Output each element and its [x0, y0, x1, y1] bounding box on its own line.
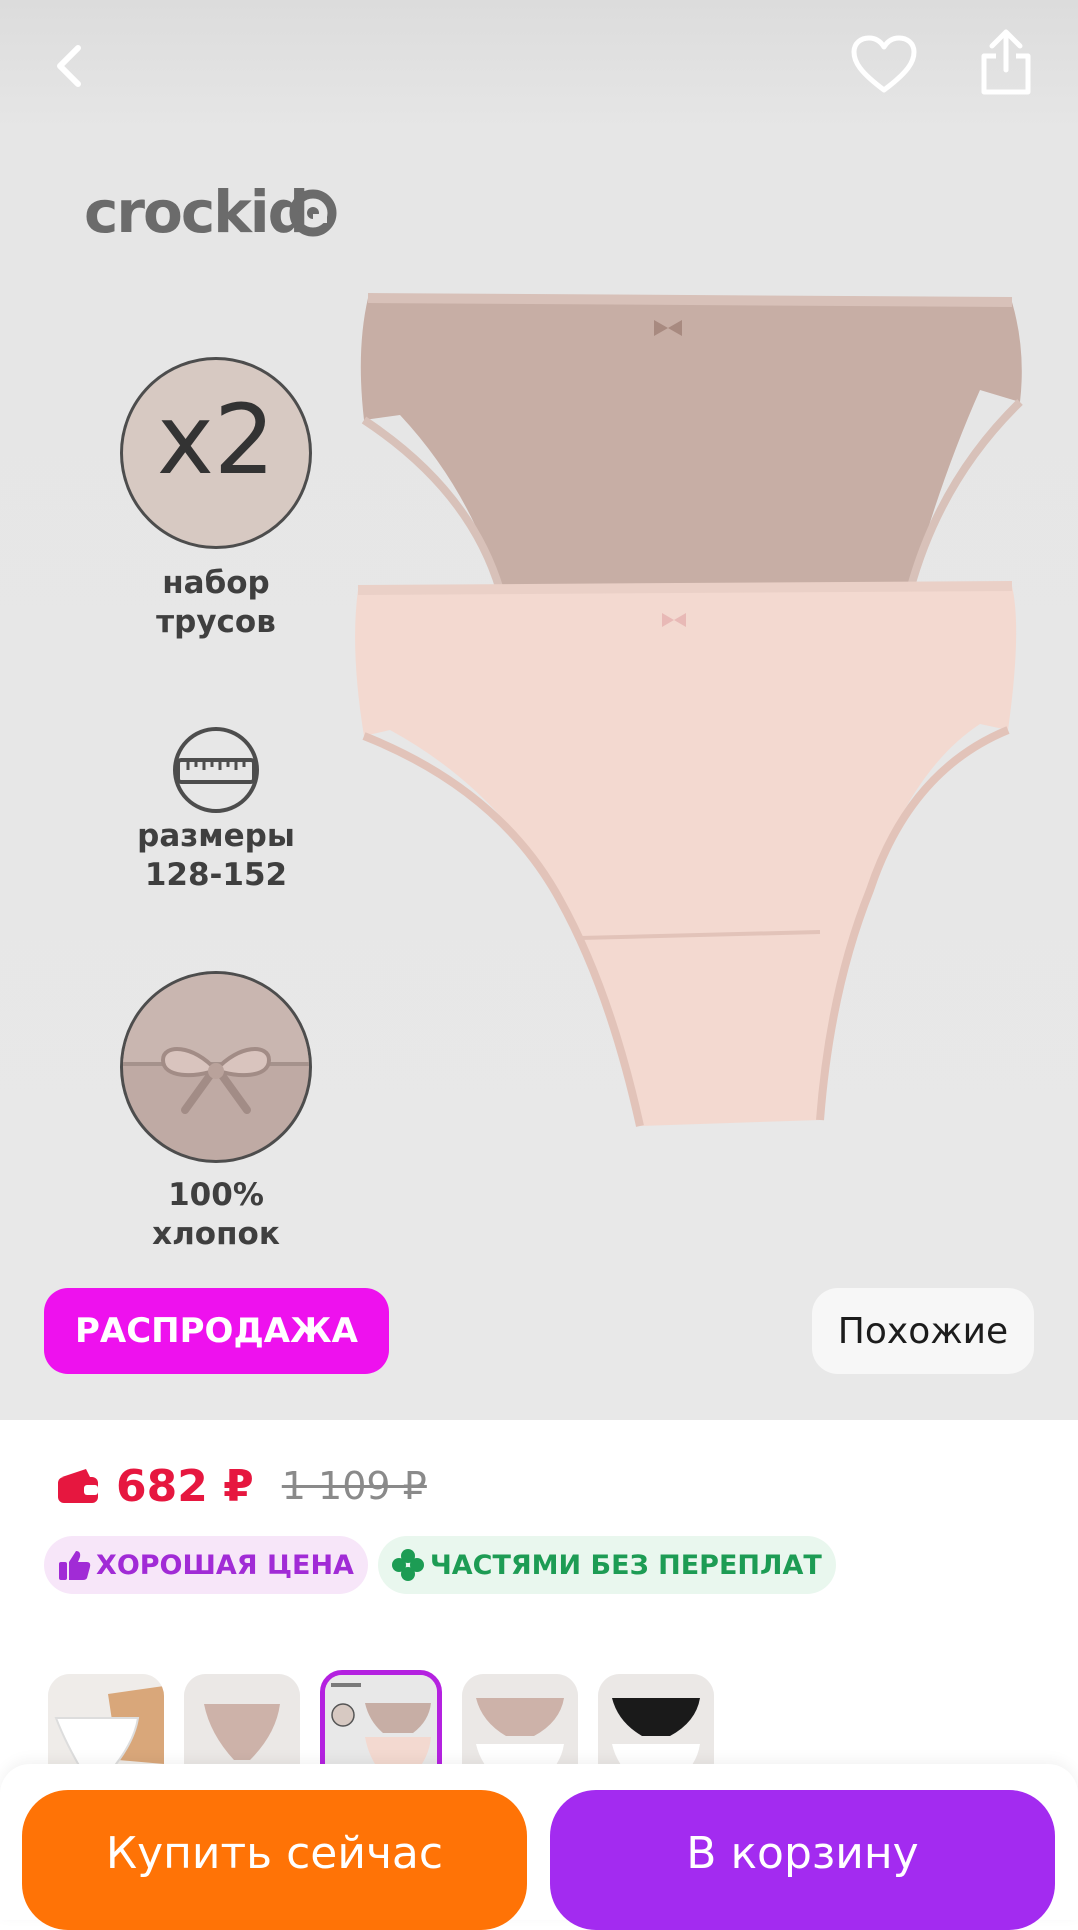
- promo-chips: ХОРОШАЯ ЦЕНА ЧАСТЯМИ БЕЗ ПЕРЕПЛАТ: [44, 1536, 836, 1594]
- old-price: 1 109 ₽: [281, 1464, 427, 1508]
- set-label-line1: набор: [162, 565, 270, 601]
- cotton-label: 100% хлопок: [96, 1176, 336, 1254]
- share-button[interactable]: [976, 26, 1036, 98]
- cotton-label-line1: 100%: [168, 1177, 264, 1213]
- bow-detail-icon: [123, 974, 309, 1114]
- set-count-badge: x2: [120, 357, 312, 549]
- similar-button[interactable]: Похожие: [812, 1288, 1034, 1374]
- heart-icon: [851, 35, 917, 93]
- set-count-text: x2: [157, 384, 275, 496]
- installments-label: ЧАСТЯМИ БЕЗ ПЕРЕПЛАТ: [429, 1549, 822, 1581]
- cotton-label-line2: хлопок: [152, 1216, 280, 1252]
- add-to-cart-button[interactable]: В корзину: [550, 1790, 1055, 1930]
- chevron-left-icon: [57, 45, 81, 87]
- installments-chip[interactable]: ЧАСТЯМИ БЕЗ ПЕРЕПЛАТ: [377, 1536, 836, 1594]
- buy-now-button[interactable]: Купить сейчас: [22, 1790, 527, 1930]
- brand-mark-icon: [289, 189, 337, 237]
- sale-badge[interactable]: РАСПРОДАЖА: [44, 1288, 389, 1374]
- product-photo: [355, 293, 1023, 1127]
- sizes-label-line1: размеры: [137, 818, 295, 854]
- favorite-button[interactable]: [850, 34, 918, 98]
- good-price-chip[interactable]: ХОРОШАЯ ЦЕНА: [44, 1536, 368, 1594]
- brand-logo: crockid: [84, 178, 309, 246]
- clover-icon: [391, 1549, 424, 1581]
- wallet-icon: [58, 1469, 98, 1503]
- set-label-line2: трусов: [156, 604, 276, 640]
- sizes-label: размеры 128-152: [96, 817, 336, 895]
- price-row: 682 ₽ 1 109 ₽: [56, 1456, 427, 1516]
- back-button[interactable]: [44, 34, 100, 98]
- set-label: набор трусов: [96, 564, 336, 642]
- good-price-label: ХОРОШАЯ ЦЕНА: [96, 1549, 354, 1581]
- current-price: 682 ₽: [116, 1460, 254, 1512]
- ruler-icon: [173, 727, 259, 813]
- bottom-action-bar: Купить сейчас В корзину: [0, 1764, 1078, 1930]
- product-image-gallery[interactable]: crockid x2 набор трусов размеры 128-152 …: [0, 0, 1078, 1420]
- sizes-label-line2: 128-152: [144, 857, 288, 893]
- fabric-detail-circle: [120, 971, 312, 1163]
- share-icon: [981, 29, 1031, 95]
- thumbs-up-icon: [59, 1551, 91, 1580]
